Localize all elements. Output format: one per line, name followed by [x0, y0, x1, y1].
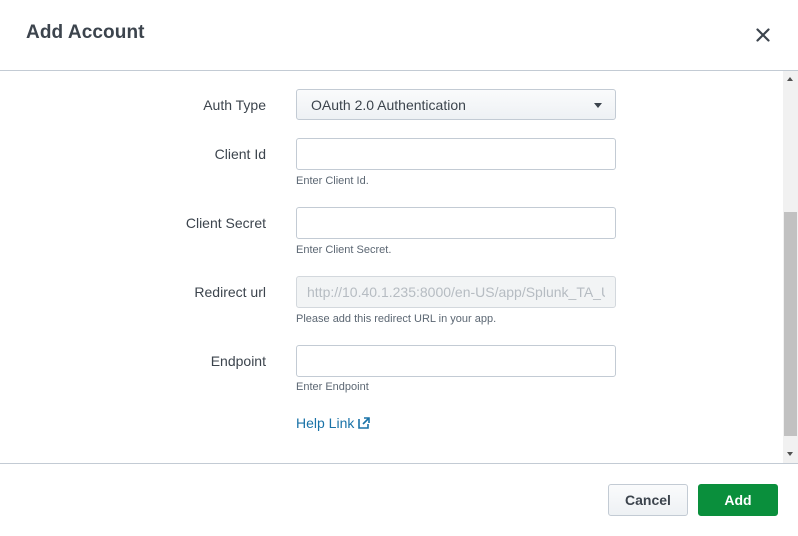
dialog-body: Auth Type OAuth 2.0 Authentication Clien…	[0, 71, 798, 463]
close-button[interactable]	[748, 20, 778, 50]
auth-type-label: Auth Type	[203, 97, 266, 113]
client-secret-help: Enter Client Secret.	[296, 244, 392, 256]
close-icon	[756, 28, 770, 42]
scrollbar-thumb[interactable]	[784, 212, 797, 436]
external-link-icon	[358, 417, 371, 429]
caret-down-icon	[594, 103, 602, 108]
client-secret-input[interactable]	[296, 207, 616, 239]
endpoint-help: Enter Endpoint	[296, 381, 369, 393]
scroll-up-arrow-icon[interactable]	[787, 77, 793, 81]
dialog-header: Add Account	[0, 0, 798, 71]
redirect-url-label: Redirect url	[194, 284, 266, 300]
scroll-down-arrow-icon[interactable]	[787, 452, 793, 456]
dialog-footer: Cancel Add	[0, 463, 798, 536]
endpoint-input[interactable]	[296, 345, 616, 377]
dialog-title: Add Account	[26, 22, 145, 43]
endpoint-label: Endpoint	[210, 353, 266, 369]
auth-type-select[interactable]: OAuth 2.0 Authentication	[296, 89, 616, 120]
help-link[interactable]: Help Link	[296, 415, 371, 431]
cancel-button[interactable]: Cancel	[608, 484, 688, 516]
client-id-input[interactable]	[296, 138, 616, 170]
help-link-label: Help Link	[296, 415, 355, 431]
auth-type-selected-value: OAuth 2.0 Authentication	[311, 97, 466, 113]
body-scrollbar[interactable]	[783, 71, 798, 463]
redirect-url-input	[296, 276, 616, 308]
add-account-dialog: Add Account Auth Type OAuth 2.0 Authenti…	[0, 0, 798, 536]
client-secret-label: Client Secret	[185, 215, 266, 231]
client-id-help: Enter Client Id.	[296, 175, 369, 187]
add-button[interactable]: Add	[698, 484, 778, 516]
client-id-label: Client Id	[214, 146, 266, 162]
redirect-url-help: Please add this redirect URL in your app…	[296, 313, 497, 325]
